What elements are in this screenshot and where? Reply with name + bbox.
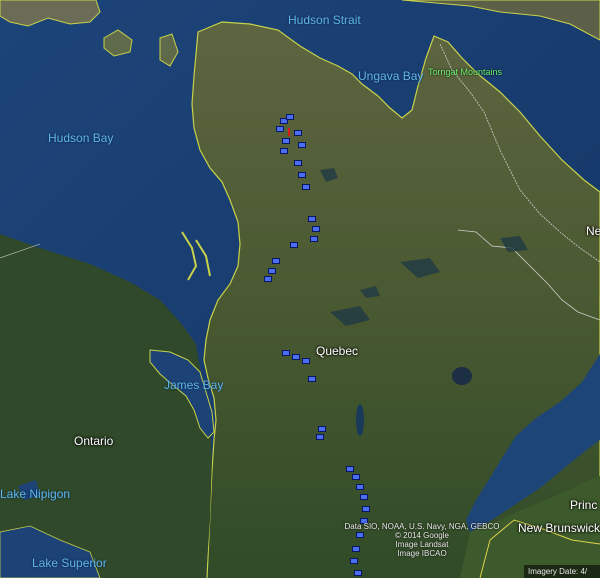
label-pei-partial: Princ [570, 498, 598, 512]
placemark-square-icon[interactable] [272, 258, 280, 264]
placemark-square-icon[interactable] [310, 236, 318, 242]
label-ontario: Ontario [74, 434, 114, 448]
placemark-square-icon[interactable] [264, 276, 272, 282]
label-torngat-mountains: Torngat Mountains [428, 67, 503, 77]
label-quebec: Quebec [316, 344, 359, 358]
label-hudson-bay: Hudson Bay [48, 131, 114, 145]
placemark-square-icon[interactable] [290, 242, 298, 248]
attribution-ibcao: Image IBCAO [397, 549, 447, 558]
placemark-square-icon[interactable] [294, 130, 302, 136]
attribution-landsat: Image Landsat [395, 540, 449, 549]
placemark-square-icon[interactable] [298, 172, 306, 178]
label-ungava-bay: Ungava Bay [358, 69, 424, 83]
placemark-square-icon[interactable] [346, 466, 354, 472]
placemark-square-icon[interactable] [352, 474, 360, 480]
attribution-copyright: © 2014 Google [395, 531, 449, 540]
label-james-bay: James Bay [164, 378, 224, 392]
placemark-square-icon[interactable] [362, 506, 370, 512]
placemark-square-icon[interactable] [312, 226, 320, 232]
manicouagan-reservoir [452, 367, 472, 385]
placemark-square-icon[interactable] [286, 114, 294, 120]
placemark-square-icon[interactable] [360, 494, 368, 500]
placemark-square-icon[interactable] [292, 354, 300, 360]
placemark-square-icon[interactable] [280, 148, 288, 154]
placemark-square-icon[interactable] [298, 142, 306, 148]
placemark-square-icon[interactable] [318, 426, 326, 432]
satellite-basemap [0, 0, 600, 578]
label-lake-superior: Lake Superior [32, 556, 107, 570]
placemark-square-icon[interactable] [268, 268, 276, 274]
label-hudson-strait: Hudson Strait [288, 13, 361, 27]
placemark-square-icon[interactable] [294, 160, 302, 166]
label-new-brunswick: New Brunswick [518, 521, 600, 535]
attribution-data: Data SIO, NOAA, U.S. Navy, NGA, GEBCO [344, 522, 500, 531]
placemark-square-icon[interactable] [356, 484, 364, 490]
attribution: Data SIO, NOAA, U.S. Navy, NGA, GEBCO © … [334, 522, 510, 558]
placemark-square-icon[interactable] [282, 138, 290, 144]
placemark-square-icon[interactable] [354, 570, 362, 576]
placemark-square-icon[interactable] [302, 358, 310, 364]
label-lake-nipigon: Lake Nipigon [0, 487, 71, 501]
label-newfoundland-partial: Ne [586, 224, 600, 238]
placemark-square-icon[interactable] [308, 376, 316, 382]
placemark-square-icon[interactable] [302, 184, 310, 190]
placemark-square-icon[interactable] [316, 434, 324, 440]
lake-1 [356, 404, 364, 436]
placemark-square-icon[interactable] [282, 350, 290, 356]
placemark-square-icon[interactable] [308, 216, 316, 222]
placemark-square-icon[interactable] [350, 558, 358, 564]
red-pin-icon[interactable] [288, 128, 290, 136]
imagery-date: Imagery Date: 4/ [524, 565, 600, 578]
placemark-square-icon[interactable] [276, 126, 284, 132]
map-view[interactable]: Hudson Strait Ungava Bay Torngat Mountai… [0, 0, 600, 578]
